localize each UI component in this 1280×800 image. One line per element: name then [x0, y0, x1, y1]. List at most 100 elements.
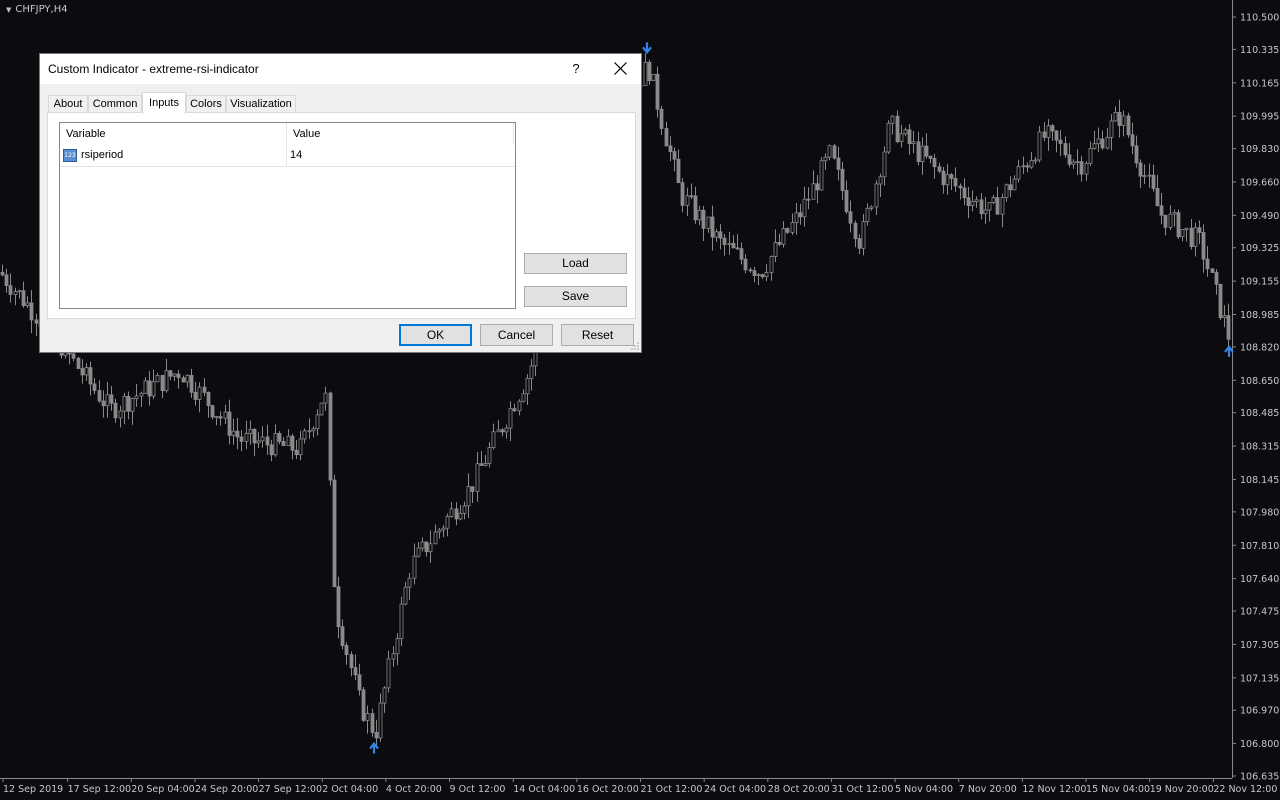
candle-body [907, 129, 912, 145]
candle-body [1054, 130, 1059, 141]
inputs-panel: Variable Value 123 rsiperiod 14 Load Sav… [47, 112, 636, 319]
price-tick-label: 108.145 [1240, 475, 1279, 486]
candle-body [869, 206, 874, 209]
candle-body [378, 702, 383, 739]
candle-body [1067, 154, 1072, 165]
candle-body [277, 432, 282, 442]
tab-visualization[interactable]: Visualization [226, 95, 296, 113]
candle-body [336, 586, 341, 628]
candle-body [21, 290, 26, 307]
tab-about[interactable]: About [48, 95, 88, 113]
candle-body [920, 145, 925, 162]
dialog-titlebar[interactable]: Custom Indicator - extreme-rsi-indicator… [40, 54, 641, 84]
table-row[interactable]: 123 rsiperiod 14 [60, 145, 515, 167]
candle-body [706, 216, 711, 229]
candle-body [991, 197, 996, 203]
candle-body [517, 400, 522, 412]
ok-button[interactable]: OK [399, 324, 472, 346]
candle-body [647, 61, 652, 82]
candle-body [17, 290, 22, 293]
candle-body [979, 199, 984, 215]
candle-body [164, 370, 169, 392]
value-cell[interactable]: 14 [290, 145, 302, 166]
candle-body [1012, 178, 1017, 191]
reset-button[interactable]: Reset [561, 324, 634, 346]
candle-body [370, 713, 375, 733]
candle-body [34, 319, 39, 324]
candle-body [832, 145, 837, 159]
tab-colors[interactable]: Colors [186, 95, 226, 113]
candle-body [483, 462, 488, 466]
candle-body [403, 586, 408, 605]
candle-body [962, 187, 967, 199]
price-tick-label: 109.490 [1240, 211, 1279, 222]
save-button[interactable]: Save [524, 286, 627, 307]
candle-body [1100, 138, 1105, 149]
candle-body [25, 302, 30, 307]
time-tick-label: 28 Oct 20:00 [768, 784, 830, 795]
candle-body [941, 170, 946, 186]
candle-body [235, 430, 240, 438]
time-tick-label: 16 Oct 20:00 [577, 784, 639, 795]
tab-inputs[interactable]: Inputs [142, 92, 186, 114]
candle-body [928, 155, 933, 159]
candle-body [227, 411, 232, 436]
price-tick-label: 108.985 [1240, 310, 1279, 321]
candle-body [218, 416, 223, 419]
candle-body [185, 374, 190, 383]
cancel-button[interactable]: Cancel [480, 324, 553, 346]
candle-body [353, 667, 358, 676]
candle-body [8, 285, 13, 295]
candle-body [911, 141, 916, 145]
price-tick-label: 110.500 [1240, 13, 1279, 24]
candle-body [1210, 268, 1215, 273]
candle-body [668, 145, 673, 152]
candle-body [756, 274, 761, 276]
time-tick-label: 9 Oct 12:00 [450, 784, 506, 795]
grid-header: Variable Value [60, 123, 515, 145]
candle-body [1037, 131, 1042, 161]
candle-body [4, 274, 9, 287]
candle-body [1075, 161, 1080, 164]
candle-body [790, 222, 795, 233]
time-tick-label: 4 Oct 20:00 [386, 784, 442, 795]
candle-body [193, 391, 198, 400]
load-button[interactable]: Load [524, 253, 627, 274]
candle-body [479, 463, 484, 466]
candle-body [718, 231, 723, 239]
column-header-variable[interactable]: Variable [60, 123, 287, 145]
candle-body [685, 195, 690, 206]
candle-body [781, 228, 786, 245]
candle-body [1126, 115, 1131, 136]
tab-common[interactable]: Common [88, 95, 142, 113]
candle-body [529, 365, 534, 379]
candle-body [1168, 213, 1173, 228]
candle-body [1092, 143, 1097, 149]
column-header-value[interactable]: Value [287, 123, 514, 145]
arrow-up-icon [1224, 345, 1234, 357]
candle-body [743, 258, 748, 271]
candle-body [1201, 232, 1206, 260]
column-divider[interactable] [513, 123, 514, 145]
close-button[interactable] [606, 54, 636, 84]
candle-body [903, 129, 908, 135]
candle-body [97, 390, 102, 402]
candle-body [1046, 125, 1051, 138]
price-tick-label: 109.660 [1240, 177, 1279, 188]
candle-body [958, 185, 963, 189]
variable-cell: rsiperiod [81, 149, 124, 161]
candle-body [848, 211, 853, 224]
candle-body [454, 508, 459, 520]
resize-grip-icon[interactable] [631, 342, 639, 350]
candle-body [949, 174, 954, 179]
help-button[interactable]: ? [566, 54, 586, 84]
dialog-title: Custom Indicator - extreme-rsi-indicator [48, 62, 259, 76]
candle-body [181, 377, 186, 383]
candle-body [365, 713, 370, 721]
candle-body [815, 183, 820, 191]
price-tick-label: 107.135 [1240, 673, 1279, 684]
candle-body [697, 209, 702, 221]
candle-body [1226, 315, 1231, 340]
candle-body [1222, 315, 1227, 319]
candle-body [155, 374, 160, 383]
